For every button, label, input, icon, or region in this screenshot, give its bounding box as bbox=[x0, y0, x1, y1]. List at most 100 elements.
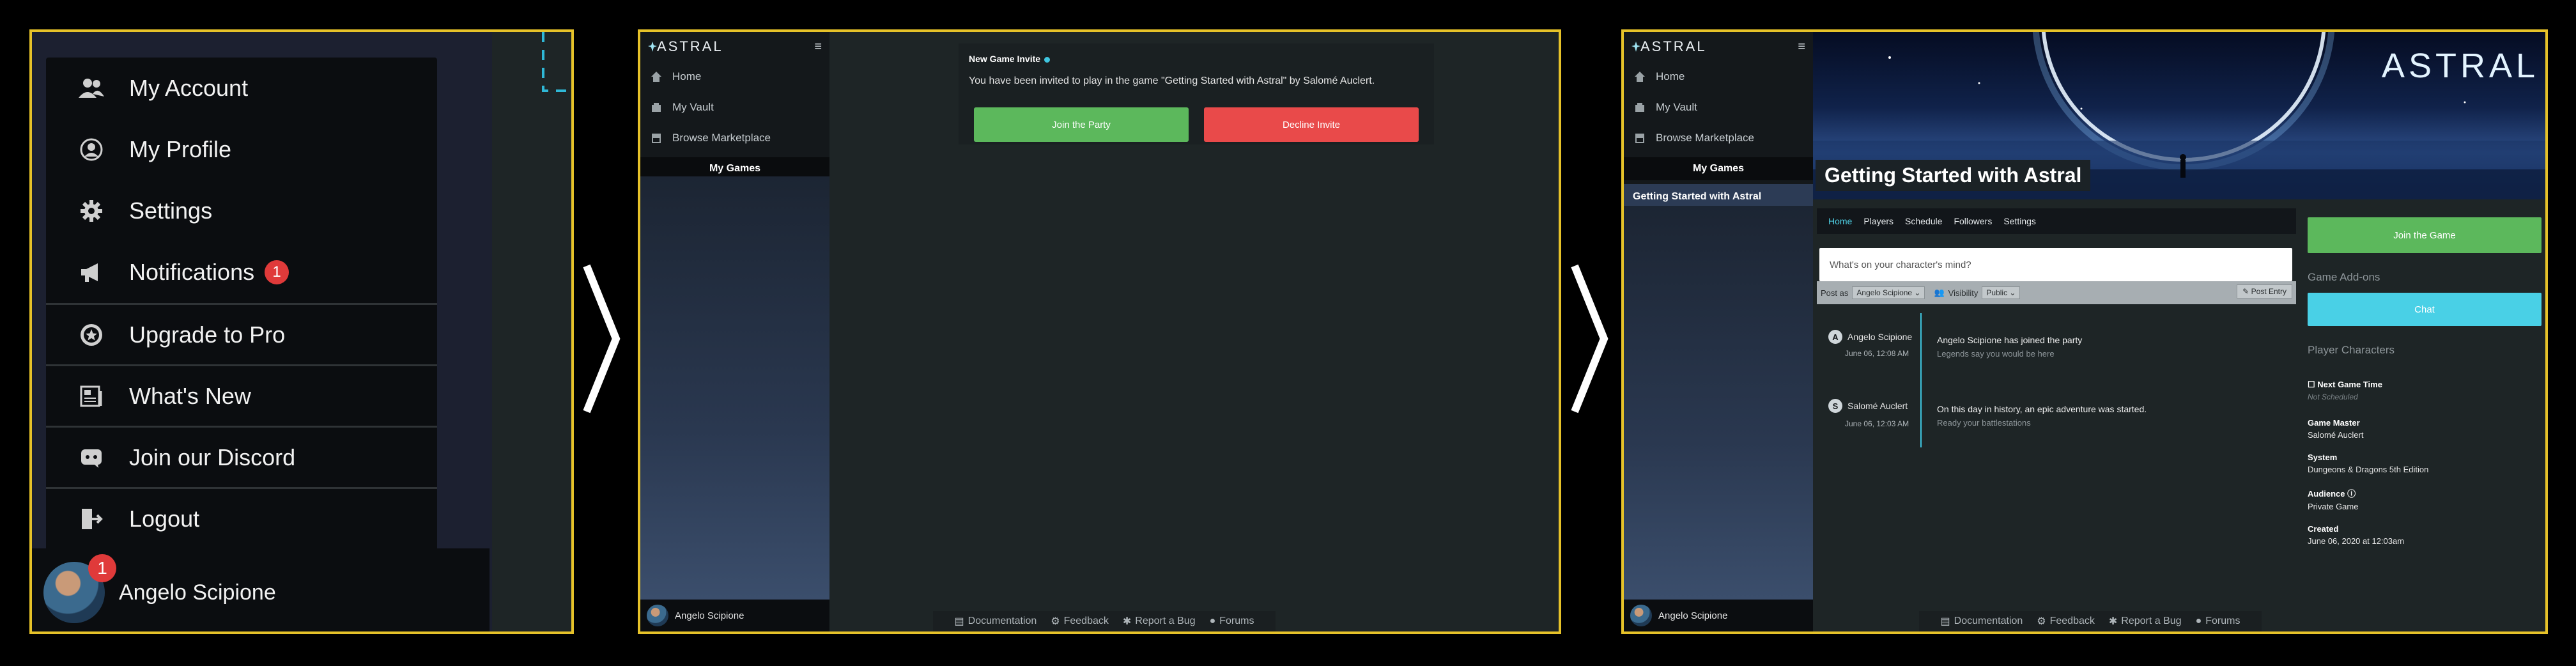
banner-brand-logo: ASTRAL bbox=[2381, 47, 2539, 85]
footer-link-feedback[interactable]: ⚙ Feedback bbox=[2037, 615, 2095, 628]
unread-dot-icon bbox=[1044, 56, 1051, 63]
user-account-bar[interactable]: 1 Angelo Scipione bbox=[32, 548, 490, 631]
event-subtext: Legends say you would be here bbox=[1937, 349, 2055, 359]
sidebar-item-label: Browse Marketplace bbox=[1656, 132, 1755, 144]
notification-count-badge: 1 bbox=[265, 260, 289, 284]
visibility-select[interactable]: Public ⌄ bbox=[1982, 286, 2021, 299]
sidebar-item-home[interactable]: Home bbox=[640, 61, 829, 92]
home-icon bbox=[649, 70, 663, 84]
star-badge-icon bbox=[75, 319, 107, 351]
game-sidebar: Join the Game Game Add-ons Chat Player C… bbox=[2308, 217, 2541, 546]
sidebar-item-vault[interactable]: My Vault bbox=[640, 92, 829, 123]
decline-invite-button[interactable]: Decline Invite bbox=[1204, 107, 1419, 142]
account-menu-panel: My Account My Profile Settings Notificat… bbox=[29, 29, 574, 634]
tab-settings[interactable]: Settings bbox=[2003, 216, 2036, 226]
hamburger-menu-icon[interactable]: ≡ bbox=[814, 40, 822, 54]
menu-item-my-profile[interactable]: My Profile bbox=[46, 119, 437, 180]
event-text: On this day in history, an epic adventur… bbox=[1937, 404, 2147, 414]
menu-item-whats-new[interactable]: What's New bbox=[46, 364, 437, 426]
hamburger-menu-icon[interactable]: ≡ bbox=[1798, 40, 1805, 54]
menu-item-my-account[interactable]: My Account bbox=[46, 58, 437, 119]
visibility-label: Visibility bbox=[1948, 288, 1978, 298]
vault-icon bbox=[649, 100, 663, 114]
sidebar-user[interactable]: Angelo Scipione bbox=[1624, 600, 1813, 631]
menu-item-discord[interactable]: Join our Discord bbox=[46, 426, 437, 487]
sidebar-item-label: My Vault bbox=[672, 101, 714, 113]
footer-link-forums[interactable]: ● Forums bbox=[2196, 616, 2241, 627]
post-composer-input[interactable]: What's on your character's mind? bbox=[1819, 248, 2292, 281]
menu-item-label: Join our Discord bbox=[129, 444, 296, 470]
event-author[interactable]: A Angelo Scipione bbox=[1828, 330, 1912, 344]
sidebar-item-label: Browse Marketplace bbox=[672, 132, 771, 144]
game-tabs: Home Players Schedule Followers Settings bbox=[1817, 208, 2296, 234]
bug-icon: ✱ bbox=[2108, 616, 2118, 627]
footer-link-forums[interactable]: ● Forums bbox=[1210, 616, 1254, 627]
event-subtext: Ready your battlestations bbox=[1937, 418, 2031, 428]
footer-link-report-bug[interactable]: ✱ Report a Bug bbox=[2109, 615, 2182, 628]
chat-button[interactable]: Chat bbox=[2308, 293, 2541, 326]
home-icon bbox=[1633, 70, 1647, 84]
user-name: Angelo Scipione bbox=[675, 610, 744, 621]
avatar[interactable] bbox=[1630, 605, 1652, 626]
tab-players[interactable]: Players bbox=[1863, 216, 1893, 226]
footer-links: ▤ Documentation ⚙ Feedback ✱ Report a Bug ●… bbox=[933, 611, 1276, 631]
menu-item-logout[interactable]: Logout bbox=[46, 487, 437, 548]
footer-link-feedback[interactable]: ⚙ Feedback bbox=[1051, 615, 1109, 628]
author-initial-icon: S bbox=[1828, 399, 1842, 413]
sidebar-background-art bbox=[1624, 206, 1813, 600]
menu-item-label: Notifications bbox=[129, 259, 255, 285]
footer-link-report-bug[interactable]: ✱ Report a Bug bbox=[1123, 615, 1196, 628]
game-invite-panel: ASTRAL ≡ Home My Vault Browse Marketplac… bbox=[638, 29, 1561, 634]
tab-schedule[interactable]: Schedule bbox=[1905, 216, 1942, 226]
menu-item-label: Upgrade to Pro bbox=[129, 321, 286, 348]
astral-logo-mark-icon bbox=[1631, 42, 1640, 52]
dashed-corner-decoration bbox=[542, 32, 566, 92]
post-as-select[interactable]: Angelo Scipione ⌄ bbox=[1852, 286, 1925, 299]
sidebar-item-home[interactable]: Home bbox=[1624, 61, 1813, 92]
tab-home[interactable]: Home bbox=[1828, 216, 1852, 226]
event-time: June 06, 12:08 AM bbox=[1845, 349, 1909, 358]
event-text: Angelo Scipione has joined the party bbox=[1937, 335, 2083, 345]
news-icon bbox=[75, 380, 107, 412]
audience-value: Private Game bbox=[2308, 502, 2359, 511]
discord-icon bbox=[75, 442, 107, 474]
astral-logo[interactable]: ASTRAL bbox=[1624, 32, 1813, 61]
calendar-icon: ☐ bbox=[2308, 380, 2315, 389]
avatar[interactable] bbox=[647, 605, 668, 626]
sidebar-item-label: Home bbox=[1656, 70, 1685, 82]
menu-item-label: My Profile bbox=[129, 136, 232, 162]
sidebar-item-label: My Vault bbox=[1656, 101, 1697, 113]
menu-item-label: My Account bbox=[129, 75, 249, 101]
sidebar-user[interactable]: Angelo Scipione bbox=[640, 600, 829, 631]
avatar[interactable]: 1 bbox=[43, 554, 116, 623]
sidebar-item-marketplace[interactable]: Browse Marketplace bbox=[1624, 123, 1813, 153]
menu-item-upgrade[interactable]: Upgrade to Pro bbox=[46, 303, 437, 364]
my-games-header[interactable]: My Games bbox=[1624, 157, 1813, 180]
menu-item-settings[interactable]: Settings bbox=[46, 180, 437, 242]
account-dropdown-menu: My Account My Profile Settings Notificat… bbox=[46, 58, 437, 582]
pencil-icon: ✎ bbox=[2242, 287, 2249, 296]
astral-logo[interactable]: ASTRAL bbox=[640, 32, 829, 61]
tab-followers[interactable]: Followers bbox=[1954, 216, 1992, 226]
sidebar-item-marketplace[interactable]: Browse Marketplace bbox=[640, 123, 829, 153]
footer-link-documentation[interactable]: ▤ Documentation bbox=[955, 615, 1037, 628]
system-value: Dungeons & Dragons 5th Edition bbox=[2308, 465, 2429, 474]
event-time: June 06, 12:03 AM bbox=[1845, 419, 1909, 428]
gear-icon bbox=[75, 195, 107, 227]
content-background bbox=[492, 32, 571, 631]
next-game-time-label: ☐ Next Game Time bbox=[2308, 380, 2382, 389]
sidebar-item-vault[interactable]: My Vault bbox=[1624, 92, 1813, 123]
post-entry-button[interactable]: ✎ Post Entry bbox=[2237, 284, 2292, 298]
timeline-line bbox=[1920, 313, 1922, 447]
footer-link-documentation[interactable]: ▤ Documentation bbox=[1941, 615, 2023, 628]
chat-icon: ● bbox=[1209, 616, 1216, 626]
vault-icon bbox=[1633, 100, 1647, 114]
menu-item-notifications[interactable]: Notifications 1 bbox=[46, 242, 437, 303]
chevron-right-icon bbox=[1571, 264, 1608, 414]
join-game-button[interactable]: Join the Game bbox=[2308, 217, 2541, 253]
store-icon bbox=[1633, 131, 1647, 145]
event-author[interactable]: S Salomé Auclert bbox=[1828, 399, 1908, 413]
megaphone-icon bbox=[75, 256, 107, 288]
join-party-button[interactable]: Join the Party bbox=[974, 107, 1189, 142]
game-master-value: Salomé Auclert bbox=[2308, 430, 2364, 440]
